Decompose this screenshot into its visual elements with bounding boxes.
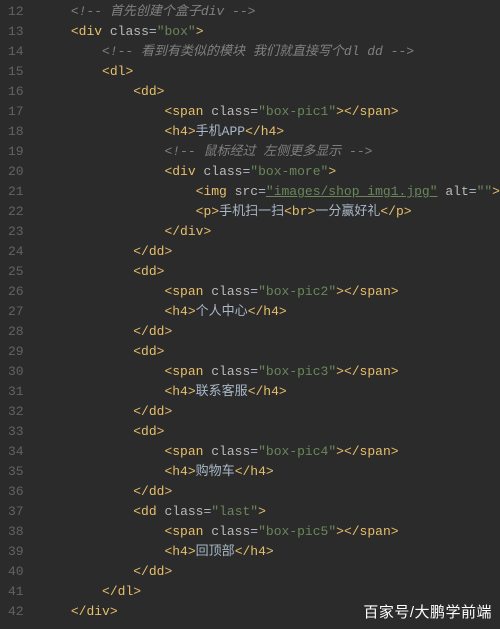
line-number: 20 (8, 162, 24, 182)
line-number: 27 (8, 302, 24, 322)
line-number: 26 (8, 282, 24, 302)
line-number: 31 (8, 382, 24, 402)
line-number-gutter: 1213141516171819202122232425262728293031… (0, 0, 34, 629)
line-number: 15 (8, 62, 24, 82)
code-line: <dd> (40, 342, 500, 362)
line-number: 40 (8, 562, 24, 582)
code-line: <div class="box"> (40, 22, 500, 42)
code-line: <h4>手机APP</h4> (40, 122, 500, 142)
line-number: 30 (8, 362, 24, 382)
line-number: 21 (8, 182, 24, 202)
code-line: <dd class="last"> (40, 502, 500, 522)
code-line: <!-- 鼠标经过 左侧更多显示 --> (40, 142, 500, 162)
code-line: <span class="box-pic1"></span> (40, 102, 500, 122)
code-line: <h4>个人中心</h4> (40, 302, 500, 322)
line-number: 41 (8, 582, 24, 602)
code-line: <p>手机扫一扫<br>一分赢好礼</p> (40, 202, 500, 222)
line-number: 39 (8, 542, 24, 562)
code-line: <dd> (40, 262, 500, 282)
code-line: </dl> (40, 582, 500, 602)
code-line: <div class="box-more"> (40, 162, 500, 182)
watermark: 百家号/大鹏学前端 (363, 603, 492, 623)
line-number: 32 (8, 402, 24, 422)
line-number: 16 (8, 82, 24, 102)
line-number: 23 (8, 222, 24, 242)
line-number: 12 (8, 2, 24, 22)
code-line: <span class="box-pic5"></span> (40, 522, 500, 542)
code-line: <span class="box-pic2"></span> (40, 282, 500, 302)
line-number: 29 (8, 342, 24, 362)
line-number: 35 (8, 462, 24, 482)
code-line: <img src="images/shop_img1.jpg" alt=""> (40, 182, 500, 202)
code-editor: 1213141516171819202122232425262728293031… (0, 0, 500, 629)
code-line: <h4>回顶部</h4> (40, 542, 500, 562)
line-number: 38 (8, 522, 24, 542)
line-number: 28 (8, 322, 24, 342)
line-number: 34 (8, 442, 24, 462)
code-line: <!-- 看到有类似的模块 我们就直接写个dl dd --> (40, 42, 500, 62)
code-line: <dl> (40, 62, 500, 82)
line-number: 36 (8, 482, 24, 502)
code-line: <!-- 首先创建个盒子div --> (40, 2, 500, 22)
code-line: <span class="box-pic3"></span> (40, 362, 500, 382)
line-number: 42 (8, 602, 24, 622)
code-line: <dd> (40, 422, 500, 442)
code-line: </dd> (40, 562, 500, 582)
line-number: 17 (8, 102, 24, 122)
code-line: <dd> (40, 82, 500, 102)
line-number: 18 (8, 122, 24, 142)
line-number: 25 (8, 262, 24, 282)
line-number: 37 (8, 502, 24, 522)
code-line: <span class="box-pic4"></span> (40, 442, 500, 462)
code-line: </div> (40, 222, 500, 242)
code-line: <h4>联系客服</h4> (40, 382, 500, 402)
code-line: <h4>购物车</h4> (40, 462, 500, 482)
code-line: </dd> (40, 482, 500, 502)
code-line: </dd> (40, 322, 500, 342)
code-line: </dd> (40, 402, 500, 422)
line-number: 33 (8, 422, 24, 442)
line-number: 13 (8, 22, 24, 42)
code-area: <!-- 首先创建个盒子div --> <div class="box"> <!… (34, 0, 500, 629)
line-number: 24 (8, 242, 24, 262)
line-number: 19 (8, 142, 24, 162)
line-number: 22 (8, 202, 24, 222)
code-line: </dd> (40, 242, 500, 262)
line-number: 14 (8, 42, 24, 62)
